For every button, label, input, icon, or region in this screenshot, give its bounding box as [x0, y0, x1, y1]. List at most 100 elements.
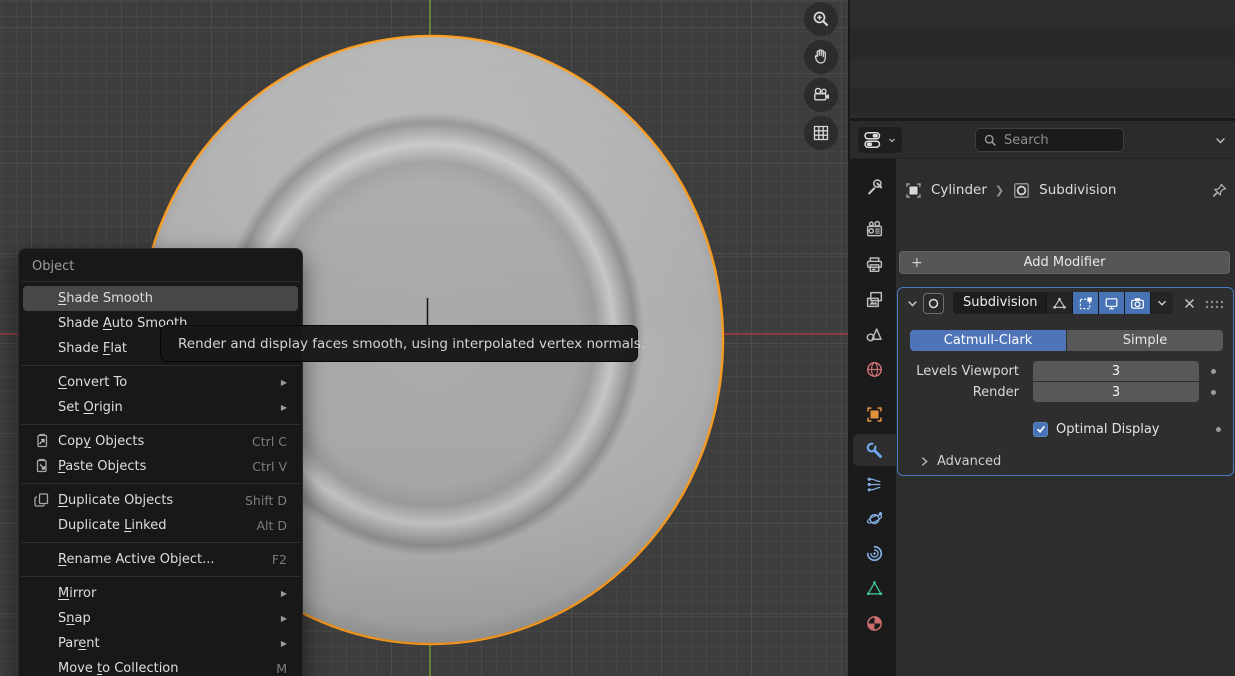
tab-world[interactable]	[853, 353, 896, 385]
modifier-extras-button[interactable]	[1151, 292, 1173, 314]
mesh-data-icon	[865, 579, 884, 598]
duplicate-icon	[33, 491, 51, 509]
object-context-menu: Object Shade SmoothShade Auto SmoothShad…	[18, 248, 303, 676]
object-orange-icon	[865, 405, 884, 424]
tool-icon	[865, 177, 884, 196]
tab-constraints[interactable]	[853, 537, 896, 569]
menu-item-move-to-collection[interactable]: Move to Collection M	[23, 656, 298, 676]
constraints-icon	[865, 544, 884, 563]
modifier-name-field[interactable]: Subdivision	[953, 292, 1046, 314]
breadcrumb-object[interactable]: Cylinder	[931, 182, 987, 198]
on-cage-toggle[interactable]	[1047, 292, 1072, 314]
add-modifier-button[interactable]: + Add Modifier	[899, 251, 1230, 274]
object-icon	[904, 181, 923, 200]
menu-item-label: Convert To	[23, 375, 127, 390]
menu-item-shade-smooth[interactable]: Shade Smooth	[23, 286, 298, 311]
zoom-gizmo[interactable]	[804, 2, 838, 36]
menu-item-set-origin[interactable]: Set Origin ▶	[23, 395, 298, 420]
paste-icon	[33, 457, 51, 475]
catmull-clark-button[interactable]: Catmull-Clark	[910, 330, 1066, 351]
menu-item-snap[interactable]: Snap▶	[23, 606, 298, 631]
chevron-down-icon	[907, 298, 918, 309]
drag-handle-icon[interactable]	[1205, 294, 1225, 313]
edit-mode-toggle[interactable]	[1073, 292, 1098, 314]
tab-object[interactable]	[853, 398, 896, 430]
optimal-display-checkbox[interactable]	[1033, 422, 1048, 437]
menu-item-label: Set Origin	[23, 400, 123, 415]
keyframe-dot[interactable]	[1216, 427, 1221, 432]
menu-item-label: Mirror	[23, 586, 96, 601]
editor-type-button[interactable]	[858, 127, 902, 153]
render-levels-label: Render	[898, 385, 1019, 400]
render-toggle[interactable]	[1125, 292, 1150, 314]
subdivision-modifier-icon	[923, 293, 944, 314]
chevron-down-icon	[888, 136, 896, 144]
optimal-display-label: Optimal Display	[1056, 422, 1160, 437]
submenu-arrow-icon: ▶	[281, 403, 298, 412]
copy-icon	[33, 432, 51, 450]
physics-icon	[865, 509, 884, 528]
tab-modifiers[interactable]	[853, 434, 896, 466]
render-levels-field[interactable]: 3	[1033, 382, 1199, 402]
shade-smooth-tooltip: Render and display faces smooth, using i…	[160, 325, 638, 362]
material-icon	[865, 614, 884, 633]
close-icon	[1184, 298, 1195, 309]
menu-item-shortcut: Ctrl C	[252, 434, 298, 449]
menu-item-shortcut: Alt D	[256, 518, 298, 533]
simple-button[interactable]: Simple	[1067, 330, 1223, 351]
submenu-arrow-icon: ▶	[281, 614, 298, 623]
levels-viewport-field[interactable]: 3	[1033, 361, 1199, 381]
breadcrumb-modifier[interactable]: Subdivision	[1039, 182, 1116, 198]
menu-item-convert-to[interactable]: Convert To▶	[23, 370, 298, 395]
tab-scene[interactable]	[853, 318, 896, 350]
outliner-editor[interactable]	[850, 0, 1235, 118]
chevron-down-icon	[1157, 298, 1167, 308]
subdivision-modifier-icon	[1012, 181, 1031, 200]
tab-render[interactable]	[853, 213, 896, 245]
tab-particles[interactable]	[853, 468, 896, 500]
header-options-button[interactable]	[1209, 128, 1231, 152]
pan-gizmo[interactable]	[804, 40, 838, 74]
world-icon	[865, 360, 884, 379]
orthographic-grid-gizmo[interactable]	[804, 116, 838, 150]
menu-item-mirror[interactable]: Mirror ▶	[23, 581, 298, 606]
menu-item-label: Duplicate Linked	[23, 518, 167, 533]
delete-modifier-button[interactable]	[1180, 298, 1198, 309]
submenu-arrow-icon: ▶	[281, 589, 298, 598]
menu-item-rename-active-object[interactable]: Rename Active Object...F2	[23, 547, 298, 572]
search-icon	[984, 134, 997, 147]
menu-item-parent[interactable]: Parent▶	[23, 631, 298, 656]
grid-icon	[811, 123, 831, 143]
realtime-toggle[interactable]	[1099, 292, 1124, 314]
tab-tool[interactable]	[853, 170, 896, 202]
menu-item-shortcut: M	[276, 661, 298, 676]
menu-item-label: Move to Collection	[23, 661, 179, 676]
menu-item-duplicate-linked[interactable]: Duplicate Linked Alt D	[23, 513, 298, 538]
tab-object-data[interactable]	[853, 572, 896, 604]
tab-material[interactable]	[853, 607, 896, 639]
menu-item-copy-objects[interactable]: Copy ObjectsCtrl C	[23, 429, 298, 454]
pin-icon[interactable]	[1210, 181, 1229, 200]
viewport-gizmos	[804, 2, 838, 150]
advanced-section-toggle[interactable]: Advanced	[920, 451, 1001, 471]
view-layer-icon	[865, 290, 884, 309]
wrench-icon	[865, 441, 884, 460]
plus-icon: +	[911, 255, 923, 271]
subdivision-modifier-panel: Subdivision	[897, 287, 1234, 476]
keyframe-dot[interactable]	[1211, 390, 1216, 395]
levels-viewport-label: Levels Viewport	[898, 364, 1019, 379]
camera-view-gizmo[interactable]	[804, 78, 838, 112]
tab-output[interactable]	[853, 248, 896, 280]
menu-item-shortcut: F2	[272, 552, 298, 567]
menu-separator	[21, 365, 300, 366]
edit-mode-icon	[1078, 296, 1093, 311]
panel-collapse-button[interactable]	[904, 298, 920, 309]
tooltip-text: Render and display faces smooth, using i…	[178, 336, 645, 352]
keyframe-dot[interactable]	[1211, 369, 1216, 374]
tab-physics[interactable]	[853, 502, 896, 534]
menu-item-paste-objects[interactable]: Paste ObjectsCtrl V	[23, 454, 298, 479]
menu-item-duplicate-objects[interactable]: Duplicate ObjectsShift D	[23, 488, 298, 513]
search-input[interactable]: Search	[975, 128, 1124, 152]
tab-view-layer[interactable]	[853, 283, 896, 315]
properties-editor: Search Cylinder ❯ Subd	[850, 121, 1235, 676]
